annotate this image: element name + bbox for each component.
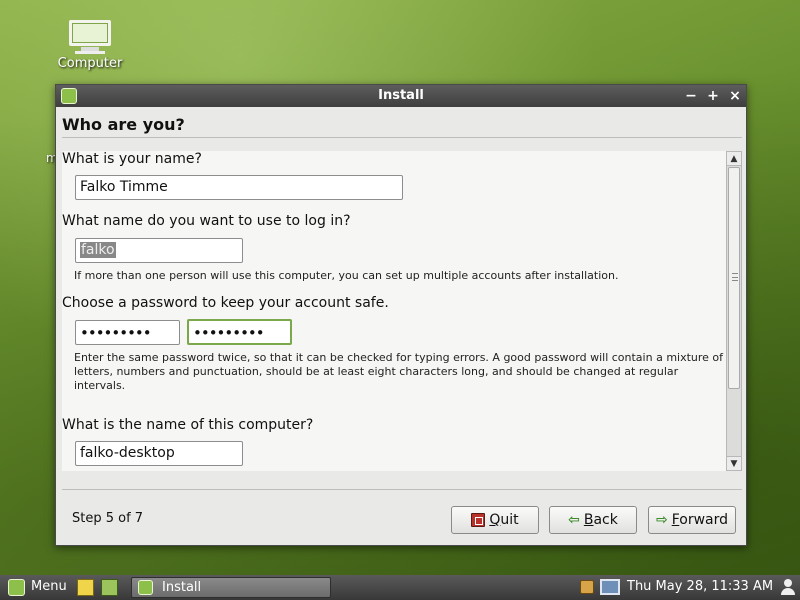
scroll-down-arrow-icon[interactable]: ▼ xyxy=(727,456,741,470)
mint-logo-icon xyxy=(138,580,153,595)
desktop-icon-label: Computer xyxy=(57,56,123,71)
desktop-icon-computer[interactable]: Computer xyxy=(55,20,125,71)
computer-name-field[interactable]: falko-desktop xyxy=(75,441,243,466)
user-icon[interactable] xyxy=(780,579,796,596)
network-icon[interactable] xyxy=(600,579,620,595)
taskbar-item-label: Install xyxy=(162,580,202,595)
taskbar: Menu Install Thu May 28, 11:33 AM xyxy=(0,575,800,600)
minimize-button[interactable]: − xyxy=(682,87,700,105)
install-window: Install − + × Who are you? What is your … xyxy=(55,84,747,546)
login-question: What name do you want to use to log in? xyxy=(62,213,351,229)
computer-name-question: What is the name of this computer? xyxy=(62,417,314,433)
back-button[interactable]: ⇦ Back xyxy=(549,506,637,534)
taskbar-item-install[interactable]: Install xyxy=(131,577,331,598)
back-arrow-icon: ⇦ xyxy=(568,512,580,528)
password-hint: Enter the same password twice, so that i… xyxy=(74,351,724,392)
login-hint: If more than one person will use this co… xyxy=(74,269,619,282)
clock[interactable]: Thu May 28, 11:33 AM xyxy=(627,579,773,594)
divider xyxy=(62,137,742,138)
name-question: What is your name? xyxy=(62,151,202,167)
window-title: Install xyxy=(378,88,424,103)
password-question: Choose a password to keep your account s… xyxy=(62,295,389,311)
forward-arrow-icon: ⇨ xyxy=(655,512,668,528)
quit-button[interactable]: Quit xyxy=(451,506,539,534)
computer-icon xyxy=(67,20,113,54)
lock-icon[interactable] xyxy=(580,580,594,594)
step-indicator: Step 5 of 7 xyxy=(72,511,144,526)
forward-label: Forward xyxy=(671,512,729,528)
form-panel: What is your name? Falko Timme What name… xyxy=(62,151,726,471)
mint-menu-icon[interactable] xyxy=(8,579,25,596)
forward-button[interactable]: ⇨ Forward xyxy=(648,506,736,534)
username-field[interactable]: falko xyxy=(75,238,243,263)
quit-icon xyxy=(471,513,486,527)
password-field[interactable]: ••••••••• xyxy=(75,320,180,345)
quit-label: Quit xyxy=(489,512,519,528)
divider xyxy=(62,489,742,490)
menu-button[interactable]: Menu xyxy=(31,579,67,594)
full-name-field[interactable]: Falko Timme xyxy=(75,175,403,200)
close-button[interactable]: × xyxy=(726,87,744,105)
username-value: falko xyxy=(80,242,116,258)
confirm-password-field[interactable]: ••••••••• xyxy=(187,319,292,345)
window-titlebar[interactable]: Install − + × xyxy=(56,85,746,107)
back-label: Back xyxy=(583,512,618,528)
page-title: Who are you? xyxy=(62,115,185,134)
text-editor-launcher-icon[interactable] xyxy=(77,579,94,596)
terminal-launcher-icon[interactable] xyxy=(101,579,118,596)
scrollbar-thumb[interactable] xyxy=(728,167,740,389)
scroll-up-arrow-icon[interactable]: ▲ xyxy=(727,152,741,166)
vertical-scrollbar[interactable]: ▲ ▼ xyxy=(726,151,742,471)
maximize-button[interactable]: + xyxy=(704,87,722,105)
